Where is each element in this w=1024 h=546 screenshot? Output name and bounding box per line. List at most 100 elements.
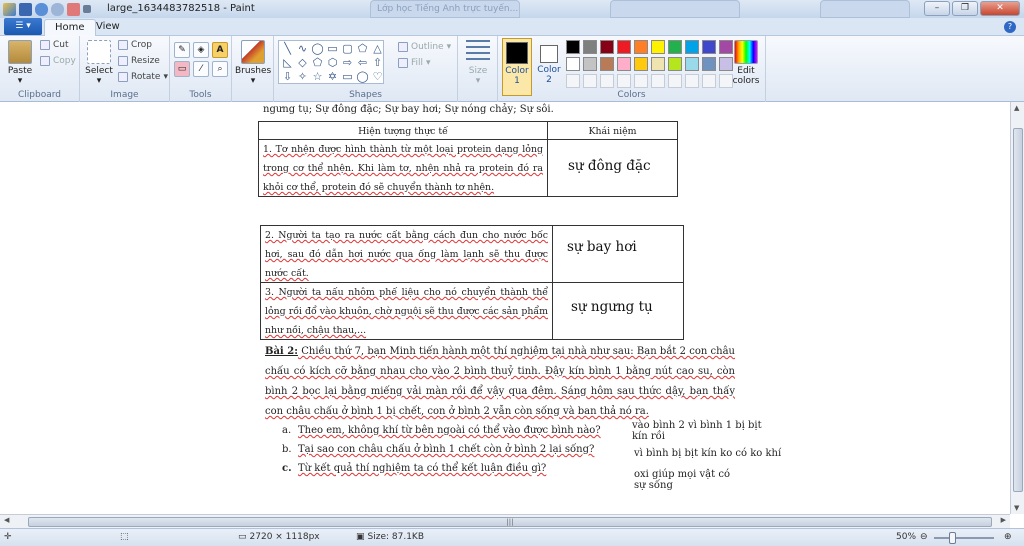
palette-swatch[interactable] [685, 40, 699, 54]
status-bar: ✛ ⬚ ▭ 2720 × 1118px ▣ Size: 87.1KB 50% ⊖ ⊕ [0, 528, 1024, 546]
oval-shape-icon[interactable]: ◯ [310, 42, 325, 56]
size-button[interactable]: Size ▾ [462, 40, 494, 86]
down-arrow-shape-icon[interactable]: ⇩ [280, 70, 295, 84]
palette-swatch[interactable] [685, 57, 699, 71]
palette-swatch[interactable] [702, 40, 716, 54]
fill-bucket-icon[interactable]: ◈ [193, 42, 209, 58]
eraser-qat-icon[interactable] [67, 2, 80, 16]
zoom-in-button[interactable]: ⊕ [1004, 532, 1012, 542]
callout-rect-icon[interactable]: ▭ [340, 70, 355, 84]
eraser-icon[interactable]: ▭ [174, 61, 190, 77]
maximize-button[interactable]: ❐ [952, 1, 978, 16]
callout-oval-icon[interactable]: ◯ [355, 70, 370, 84]
palette-swatch[interactable] [617, 57, 631, 71]
close-button[interactable]: ✕ [980, 1, 1020, 16]
scroll-left-arrow-icon[interactable]: ◀ [4, 516, 9, 524]
vertical-scrollbar[interactable]: ▲ ▼ [1010, 102, 1024, 514]
right-arrow-shape-icon[interactable]: ⇨ [340, 56, 355, 70]
scroll-right-arrow-icon[interactable]: ▶ [1001, 516, 1006, 524]
redo-icon[interactable] [51, 2, 64, 16]
palette-custom-slot[interactable] [651, 74, 665, 88]
palette-custom-slot[interactable] [685, 74, 699, 88]
canvas[interactable]: ngưng tụ; Sự đông đặc; Sự bay hơi; Sự nó… [0, 102, 1010, 514]
rounded-rect-shape-icon[interactable]: ▢ [340, 42, 355, 56]
horizontal-scroll-thumb[interactable]: ||| [28, 517, 992, 527]
zoom-out-button[interactable]: ⊖ [920, 532, 928, 542]
palette-swatch[interactable] [702, 57, 716, 71]
palette-swatch[interactable] [651, 40, 665, 54]
line-shape-icon[interactable]: ╲ [280, 42, 295, 56]
curve-shape-icon[interactable]: ∿ [295, 42, 310, 56]
right-triangle-shape-icon[interactable]: ◺ [280, 56, 295, 70]
scroll-up-arrow-icon[interactable]: ▲ [1014, 104, 1019, 112]
color2-swatch [540, 45, 558, 63]
magnifier-icon[interactable]: ⌕ [212, 61, 228, 77]
outline-button[interactable]: Outline ▾ [398, 42, 451, 52]
crop-button[interactable]: Crop [118, 40, 152, 50]
palette-swatch[interactable] [668, 40, 682, 54]
vertical-scroll-thumb[interactable] [1013, 128, 1023, 492]
rotate-button[interactable]: Rotate ▾ [118, 72, 168, 82]
palette-swatch[interactable] [634, 40, 648, 54]
qat-dropdown-icon[interactable] [83, 5, 91, 13]
palette-custom-slot[interactable] [566, 74, 580, 88]
palette-swatch[interactable] [634, 57, 648, 71]
palette-custom-slot[interactable] [702, 74, 716, 88]
palette-custom-slot[interactable] [634, 74, 648, 88]
shapes-gallery[interactable]: ╲ ∿ ◯ ▭ ▢ ⬠ △ ◺ ◇ ⬠ ⬡ ⇨ ⇦ ⇧ ⇩ ✧ ☆ ✡ ▭ ◯ ♡ [278, 40, 384, 84]
window-title: large_1634483782518 - Paint [107, 3, 255, 14]
palette-custom-slot[interactable] [668, 74, 682, 88]
select-button[interactable]: Select ▾ [84, 40, 114, 86]
hexagon-shape-icon[interactable]: ⬡ [325, 56, 340, 70]
left-arrow-shape-icon[interactable]: ⇦ [355, 56, 370, 70]
palette-swatch[interactable] [617, 40, 631, 54]
color1-button[interactable]: Color 1 [502, 38, 532, 96]
palette-swatch[interactable] [668, 57, 682, 71]
edit-colors-button[interactable]: Edit colors [730, 40, 762, 86]
palette-custom-slot[interactable] [600, 74, 614, 88]
diamond-shape-icon[interactable]: ◇ [295, 56, 310, 70]
answer-a: vào bình 2 vì bình 1 bị bịt kín rồi [632, 420, 762, 442]
palette-swatch[interactable] [566, 40, 580, 54]
triangle-shape-icon[interactable]: △ [370, 42, 385, 56]
tab-view[interactable]: View [86, 19, 130, 36]
help-icon[interactable]: ? [1004, 21, 1016, 33]
outline-label: Outline [411, 42, 444, 52]
resize-button[interactable]: Resize [118, 56, 160, 66]
four-point-star-icon[interactable]: ✧ [295, 70, 310, 84]
fill-button[interactable]: Fill ▾ [398, 58, 431, 68]
copy-button[interactable]: Copy [40, 56, 76, 66]
palette-swatch[interactable] [583, 40, 597, 54]
zoom-slider-thumb[interactable] [949, 532, 956, 544]
palette-swatch[interactable] [651, 57, 665, 71]
paint-app-icon[interactable] [3, 2, 16, 16]
palette-swatch[interactable] [583, 57, 597, 71]
cut-button[interactable]: Cut [40, 40, 69, 50]
scroll-down-arrow-icon[interactable]: ▼ [1014, 504, 1019, 512]
horizontal-scrollbar[interactable]: ◀ ||| ▶ [0, 514, 1010, 528]
pentagon-shape-icon[interactable]: ⬠ [310, 56, 325, 70]
heart-shape-icon[interactable]: ♡ [370, 70, 385, 84]
palette-swatch[interactable] [600, 40, 614, 54]
color2-label: Color 2 [537, 65, 561, 85]
rectangle-shape-icon[interactable]: ▭ [325, 42, 340, 56]
paste-button[interactable]: Paste ▾ [6, 40, 34, 86]
undo-icon[interactable] [35, 2, 48, 16]
palette-swatch[interactable] [600, 57, 614, 71]
polygon-shape-icon[interactable]: ⬠ [355, 42, 370, 56]
palette-custom-slot[interactable] [583, 74, 597, 88]
six-point-star-icon[interactable]: ✡ [325, 70, 340, 84]
brushes-button[interactable]: Brushes ▾ [235, 40, 271, 86]
five-point-star-icon[interactable]: ☆ [310, 70, 325, 84]
zoom-slider-track[interactable] [934, 537, 994, 539]
pencil-icon[interactable]: ✎ [174, 42, 190, 58]
save-icon[interactable] [19, 2, 32, 16]
paint-menu-button[interactable]: ☰ ▾ [4, 18, 42, 35]
palette-custom-slot[interactable] [617, 74, 631, 88]
color-picker-icon[interactable]: ⁄ [193, 61, 209, 77]
text-tool-icon[interactable]: A [212, 42, 228, 58]
palette-swatch[interactable] [566, 57, 580, 71]
color2-button[interactable]: Color 2 [536, 38, 562, 96]
minimize-button[interactable]: – [924, 1, 950, 16]
up-arrow-shape-icon[interactable]: ⇧ [370, 56, 385, 70]
